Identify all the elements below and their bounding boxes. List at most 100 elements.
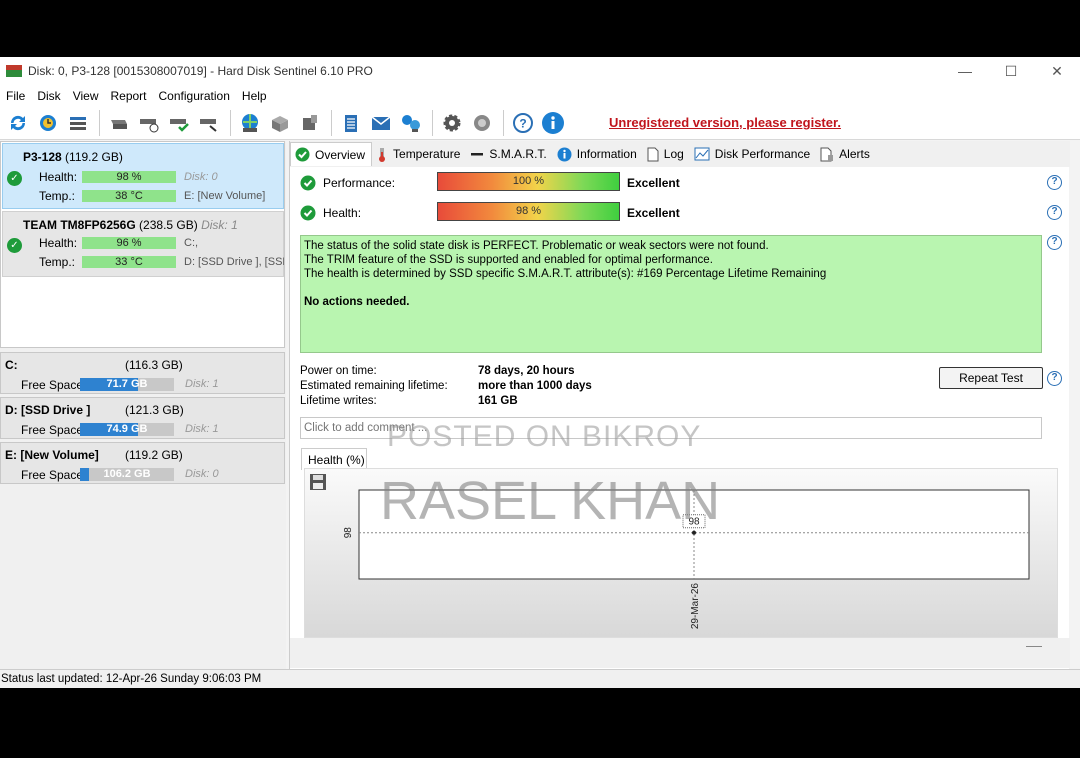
right-pane: Overview Temperature S.M.A.R.T. Informat…: [289, 141, 1070, 669]
disk-card-p3-128[interactable]: P3-128 (119.2 GB) ✓ Health: 98 % Disk: 0…: [2, 143, 284, 209]
disk-list-icon: [70, 116, 86, 130]
temp-bar: 38 °C: [82, 190, 176, 202]
web-button[interactable]: [236, 109, 264, 137]
watermark-line-1: POSTED ON BIKROY: [387, 420, 702, 453]
free-space-value: 74.9 GB: [106, 423, 148, 435]
check-circle-icon: [300, 175, 316, 191]
refresh-button[interactable]: [4, 109, 32, 137]
free-space-label: Free Space: [21, 423, 84, 437]
free-space-value: 106.2 GB: [103, 468, 151, 480]
disk-action-button-4[interactable]: [195, 109, 223, 137]
help-icon[interactable]: ?: [1047, 235, 1062, 250]
chart-footer: [290, 638, 1070, 668]
tab-disk-performance[interactable]: Disk Performance: [690, 142, 816, 166]
hard-disk-clock-icon: [140, 118, 159, 132]
toolbar-separator: [432, 109, 433, 136]
hard-disk-check-icon: [170, 118, 189, 132]
repeat-test-button[interactable]: Repeat Test: [939, 367, 1043, 389]
temp-bar: 33 °C: [82, 256, 176, 268]
about-button[interactable]: [539, 109, 567, 137]
health-label: Health:: [323, 206, 362, 220]
status-line: The health is determined by SSD specific…: [304, 268, 827, 280]
health-label: Health:: [39, 170, 78, 184]
minimize-button[interactable]: —: [942, 57, 988, 85]
menu-view[interactable]: View: [71, 89, 109, 103]
ok-check-icon: ✓: [7, 238, 22, 253]
menu-configuration[interactable]: Configuration: [157, 89, 240, 103]
backup-button[interactable]: [266, 109, 294, 137]
preferences-button[interactable]: [438, 109, 466, 137]
disk-name: P3-128 (119.2 GB): [23, 150, 123, 164]
temp-label: Temp.:: [39, 189, 76, 203]
volume-disk: Disk: 1: [185, 423, 219, 435]
status-description: The status of the solid state disk is PE…: [300, 235, 1042, 353]
tab-temperature[interactable]: Temperature: [372, 142, 466, 166]
check-circle-icon: [295, 147, 310, 162]
volume-card-c[interactable]: C: (116.3 GB) Free Space 71.7 GB Disk: 1: [0, 352, 285, 394]
app-logo-icon: [6, 65, 22, 77]
volume-size: (116.3 GB): [125, 358, 183, 372]
help-icon[interactable]: ?: [1047, 205, 1062, 220]
title-bar: Disk: 0, P3-128 [0015308007019] - Hard D…: [0, 57, 1080, 85]
tab-overview[interactable]: Overview: [290, 142, 373, 166]
box-icon: [272, 115, 288, 132]
help-button[interactable]: ?: [509, 109, 537, 137]
y-tick-label: 98: [343, 527, 354, 539]
tab-information[interactable]: Information: [553, 142, 643, 166]
sound-button[interactable]: [468, 109, 496, 137]
disk-action-button-2[interactable]: [135, 109, 163, 137]
menu-file[interactable]: File: [4, 89, 35, 103]
volume-name: E: [New Volume]: [5, 448, 99, 462]
tab-label: Log: [663, 147, 684, 161]
volume-card-d[interactable]: D: [SSD Drive ] (121.3 GB) Free Space 74…: [0, 397, 285, 439]
menu-help[interactable]: Help: [240, 89, 277, 103]
menu-report[interactable]: Report: [108, 89, 156, 103]
health-bar: 98 %: [82, 171, 176, 183]
refresh-icon: [10, 115, 26, 130]
health-verdict: Excellent: [627, 206, 680, 220]
envelope-icon: [371, 115, 391, 130]
free-space-bar: 106.2 GB: [80, 468, 174, 481]
close-button[interactable]: ✕: [1034, 57, 1080, 85]
network-button[interactable]: [397, 109, 425, 137]
disk-action-button-3[interactable]: [165, 109, 193, 137]
lifetime-writes-label: Lifetime writes:: [300, 395, 377, 407]
remaining-lifetime-label: Estimated remaining lifetime:: [300, 380, 448, 392]
tab-alerts[interactable]: Alerts: [816, 142, 876, 166]
status-line: The TRIM feature of the SSD is supported…: [304, 254, 713, 266]
thermometer-icon: [379, 147, 386, 162]
volume-name: D: [SSD Drive ]: [5, 403, 91, 417]
volume-disk: Disk: 0: [185, 468, 219, 480]
email-button[interactable]: [367, 109, 395, 137]
refresh-schedule-icon: [40, 114, 56, 131]
tab-smart[interactable]: S.M.A.R.T.: [466, 142, 552, 166]
volume-card-e[interactable]: E: [New Volume] (119.2 GB) Free Space 10…: [0, 442, 285, 484]
refresh-all-button[interactable]: [34, 109, 62, 137]
maximize-button[interactable]: ☐: [988, 57, 1034, 85]
tab-log[interactable]: Log: [643, 142, 690, 166]
help-icon[interactable]: ?: [1047, 371, 1062, 386]
tab-label: Disk Performance: [714, 147, 811, 161]
free-space-label: Free Space: [21, 378, 84, 392]
disk-action-button-1[interactable]: [105, 109, 133, 137]
disk-list-button[interactable]: [64, 109, 92, 137]
help-icon[interactable]: ?: [1047, 175, 1062, 190]
menu-disk[interactable]: Disk: [35, 89, 70, 103]
disk-card-team[interactable]: TEAM TM8FP6256G (238.5 GB) Disk: 1 ✓ Hea…: [2, 211, 284, 277]
power-on-label: Power on time:: [300, 365, 377, 377]
chart-tab-health[interactable]: Health (%): [301, 448, 367, 470]
health-bar: 96 %: [82, 237, 176, 249]
power-on-value: 78 days, 20 hours: [478, 365, 575, 377]
toolbar-separator: [503, 109, 504, 136]
volume-size: (121.3 GB): [125, 403, 184, 417]
report-button[interactable]: [337, 109, 365, 137]
device-icon: [303, 114, 317, 130]
register-link[interactable]: Unregistered version, please register.: [609, 115, 841, 130]
health-bar: 98 %: [437, 202, 620, 221]
info-icon: [542, 111, 564, 134]
volume-size: (119.2 GB): [125, 448, 183, 462]
toolbar-separator: [99, 109, 100, 136]
disk-volumes: C:,: [184, 237, 199, 249]
network-icon: [402, 114, 420, 132]
disk-info-button[interactable]: [296, 109, 324, 137]
